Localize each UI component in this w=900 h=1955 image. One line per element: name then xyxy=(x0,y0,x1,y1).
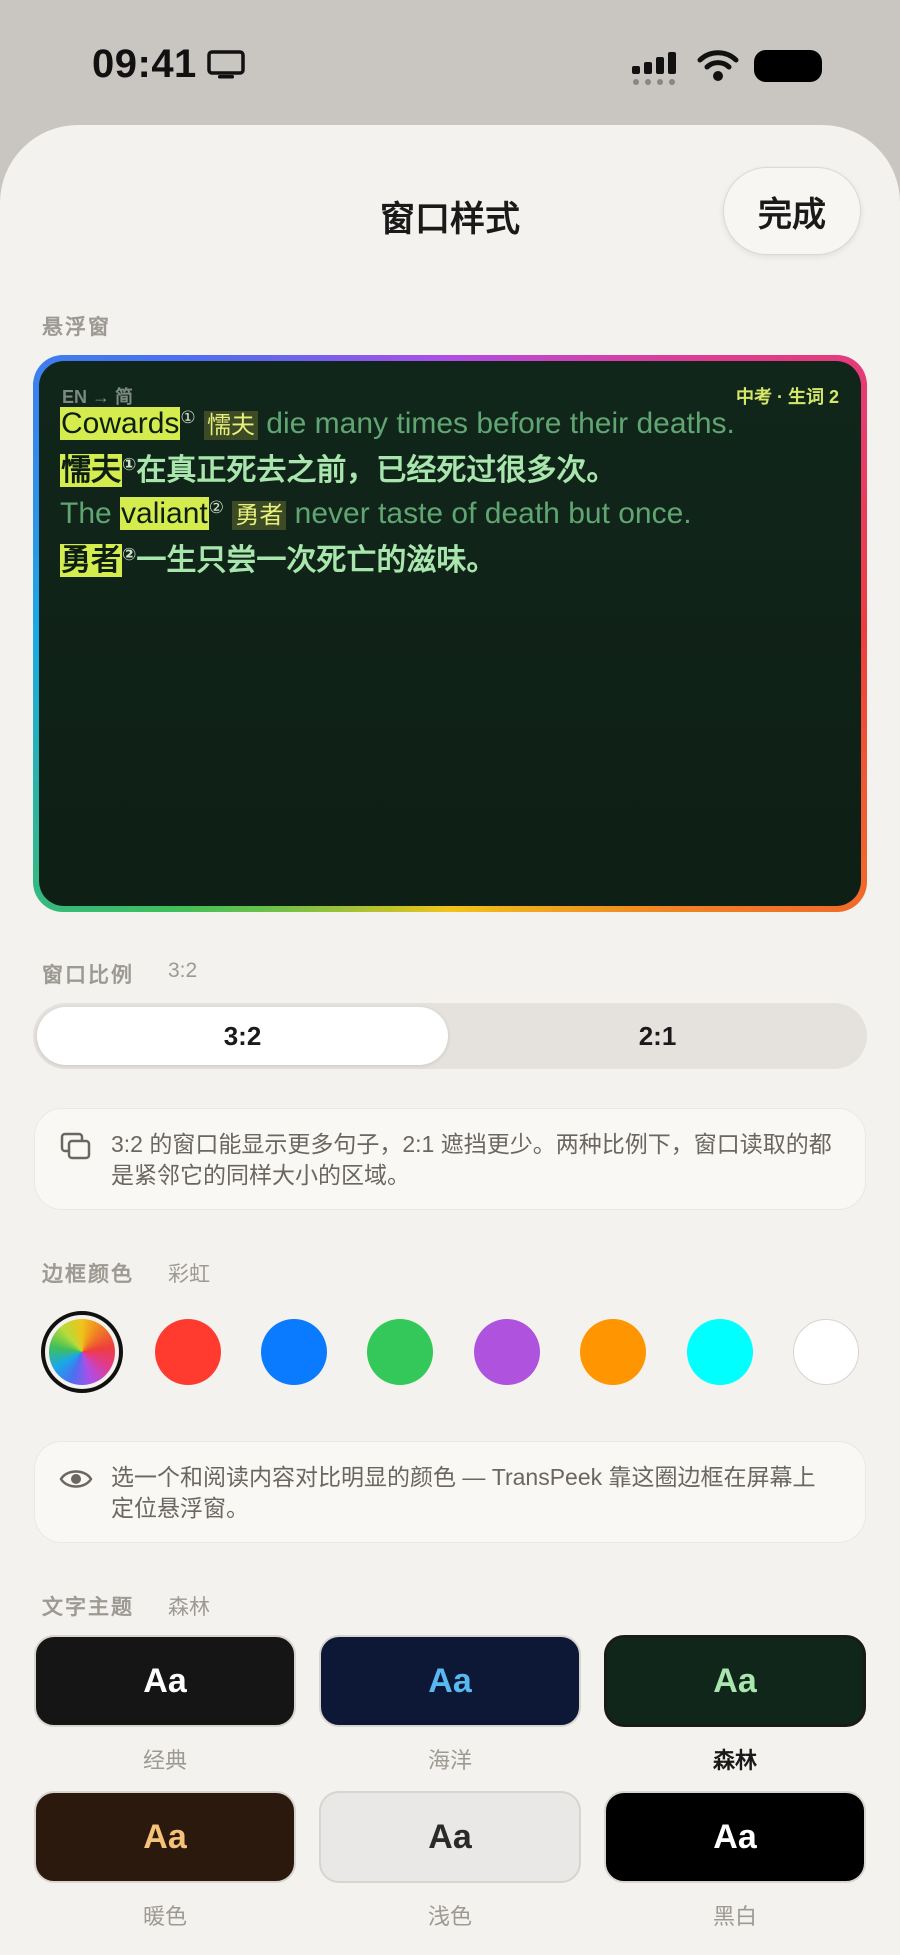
settings-sheet: 窗口样式 完成 悬浮窗 EN → 简 中考 · 生词 2 Cowards① 懦夫… xyxy=(0,125,900,1955)
sentence-text: The xyxy=(60,497,121,530)
cellular-signal-icon xyxy=(632,52,676,85)
status-bar: 09:41 xyxy=(0,0,900,120)
color-swatch-cyan[interactable] xyxy=(687,1319,753,1385)
theme-tile-mono[interactable]: Aa xyxy=(604,1791,866,1883)
preview-content: EN → 简 中考 · 生词 2 Cowards① 懦夫 die many ti… xyxy=(39,361,861,906)
floating-window-preview: EN → 简 中考 · 生词 2 Cowards① 懦夫 die many ti… xyxy=(33,355,867,912)
color-swatch-red[interactable] xyxy=(155,1319,221,1385)
border-color-info-card: 选一个和阅读内容对比明显的颜色 — TransPeek 靠这圈边框在屏幕上定位悬… xyxy=(34,1441,866,1543)
ratio-option-3-2[interactable]: 3:2 xyxy=(37,1007,448,1065)
theme-label-light: 浅色 xyxy=(427,1904,472,1929)
sentence-2-en: The valiant② 勇者 never taste of death but… xyxy=(60,495,692,531)
battery-icon xyxy=(754,50,822,82)
word-marker: ② xyxy=(208,498,224,517)
screen-mirroring-icon xyxy=(207,50,245,79)
theme-label-classic: 经典 xyxy=(142,1748,187,1773)
eye-icon xyxy=(59,1470,93,1488)
border-color-section-label: 边框颜色 xyxy=(42,1263,134,1286)
theme-tile-warm[interactable]: Aa xyxy=(34,1791,296,1883)
color-swatch-orange[interactable] xyxy=(580,1319,646,1385)
sentence-text: 在真正死去之前，已经死过很多次。 xyxy=(136,454,617,487)
highlighted-word: 懦夫 xyxy=(60,454,122,487)
word-marker: ① xyxy=(180,408,196,427)
theme-tile-forest[interactable]: Aa xyxy=(604,1635,866,1727)
text-theme-current-value: 森林 xyxy=(168,1596,210,1619)
sentence-1-zh: 懦夫①在真正死去之前，已经死过很多次。 xyxy=(60,445,616,489)
highlighted-word: 勇者 xyxy=(60,544,122,577)
ratio-segmented-control: 3:2 2:1 xyxy=(33,1003,867,1069)
ratio-current-value: 3:2 xyxy=(168,959,198,982)
sentence-text: die many times before their deaths. xyxy=(257,407,735,440)
ratio-info-card: 3:2 的窗口能显示更多句子，2:1 遮挡更少。两种比例下，窗口读取的都是紧邻它… xyxy=(34,1108,866,1210)
color-swatch-purple[interactable] xyxy=(474,1319,540,1385)
border-color-current-value: 彩虹 xyxy=(168,1263,210,1286)
sentence-2-zh: 勇者②一生只尝一次死亡的滋味。 xyxy=(60,535,496,579)
word-gloss: 懦夫 xyxy=(203,411,258,440)
color-swatch-white[interactable] xyxy=(793,1319,859,1385)
copy-windows-icon xyxy=(60,1132,91,1160)
sentence-1-en: Cowards① 懦夫 die many times before their … xyxy=(60,405,735,441)
highlighted-word: Cowards xyxy=(60,407,181,440)
text-theme-section-label: 文字主题 xyxy=(42,1596,134,1619)
floating-window-section-label: 悬浮窗 xyxy=(42,316,111,339)
theme-label-ocean: 海洋 xyxy=(427,1748,472,1773)
highlighted-word: valiant xyxy=(120,497,209,530)
color-swatch-green[interactable] xyxy=(367,1319,433,1385)
theme-tile-light[interactable]: Aa xyxy=(319,1791,581,1883)
word-marker: ① xyxy=(122,455,137,474)
done-button[interactable]: 完成 xyxy=(723,167,861,255)
word-gloss: 勇者 xyxy=(232,501,287,530)
ratio-section-label: 窗口比例 xyxy=(42,964,134,987)
status-time: 09:41 xyxy=(92,42,197,86)
ratio-info-text: 3:2 的窗口能显示更多句子，2:1 遮挡更少。两种比例下，窗口读取的都是紧邻它… xyxy=(111,1131,832,1188)
ratio-option-2-1[interactable]: 2:1 xyxy=(452,1007,863,1065)
level-stats: 中考 · 生词 2 xyxy=(735,387,839,407)
theme-label-warm: 暖色 xyxy=(142,1904,187,1929)
theme-label-mono: 黑白 xyxy=(712,1904,757,1929)
sentence-text: 一生只尝一次死亡的滋味。 xyxy=(136,544,497,577)
color-swatch-blue[interactable] xyxy=(261,1319,327,1385)
wifi-icon xyxy=(697,50,739,81)
border-color-info-text: 选一个和阅读内容对比明显的颜色 — TransPeek 靠这圈边框在屏幕上定位悬… xyxy=(111,1464,816,1521)
theme-label-forest: 森林 xyxy=(712,1748,757,1773)
sentence-text: never taste of death but once. xyxy=(286,497,692,530)
theme-tile-classic[interactable]: Aa xyxy=(34,1635,296,1727)
word-marker: ② xyxy=(122,545,137,564)
theme-tile-ocean[interactable]: Aa xyxy=(319,1635,581,1727)
color-swatch-rainbow[interactable] xyxy=(49,1319,115,1385)
